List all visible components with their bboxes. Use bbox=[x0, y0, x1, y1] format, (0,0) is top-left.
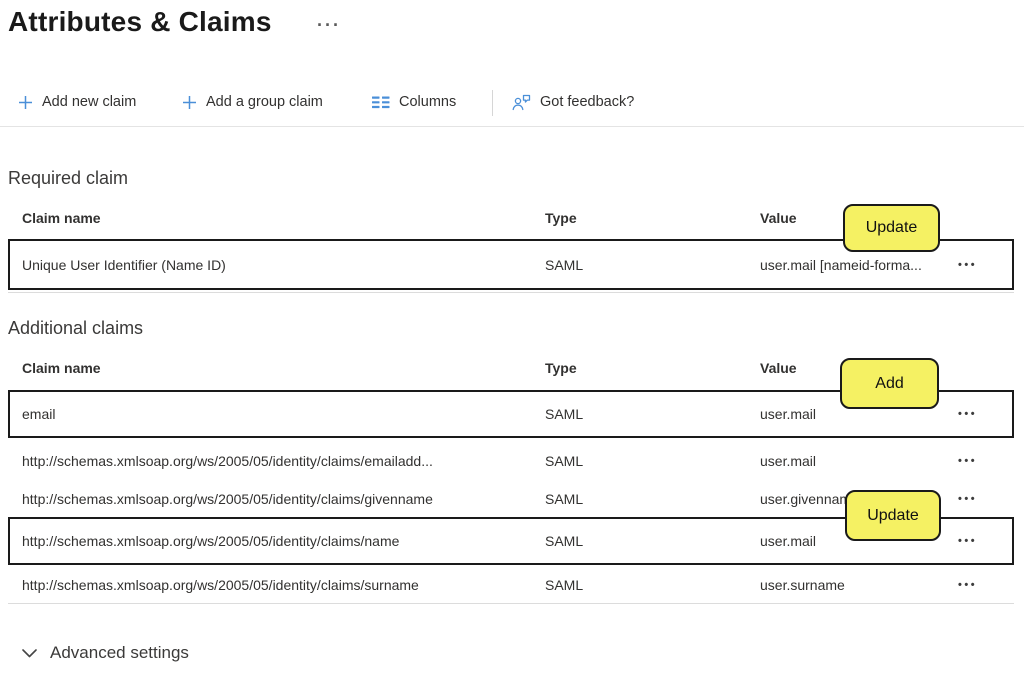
row-divider bbox=[8, 603, 1014, 604]
claim-value-cell: user.mail [nameid-forma... bbox=[760, 257, 922, 273]
row-divider bbox=[8, 292, 1014, 293]
add-group-claim-label: Add a group claim bbox=[206, 94, 323, 110]
claim-name-cell: http://schemas.xmlsoap.org/ws/2005/05/id… bbox=[22, 533, 399, 549]
claim-type-cell: SAML bbox=[545, 257, 583, 273]
annotation-callout-update-2: Update bbox=[845, 490, 941, 541]
claim-type-cell: SAML bbox=[545, 533, 583, 549]
row-menu-button[interactable]: ••• bbox=[958, 259, 977, 271]
claim-value-cell: user.surname bbox=[760, 577, 845, 593]
claim-name-cell: http://schemas.xmlsoap.org/ws/2005/05/id… bbox=[22, 577, 419, 593]
columns-label: Columns bbox=[399, 94, 456, 110]
toolbar-divider bbox=[492, 90, 493, 116]
claim-type-cell: SAML bbox=[545, 406, 583, 422]
columns-button[interactable]: Columns bbox=[372, 88, 456, 116]
row-menu-button[interactable]: ••• bbox=[958, 455, 977, 467]
add-new-claim-label: Add new claim bbox=[42, 94, 136, 110]
claim-name-cell: email bbox=[22, 406, 55, 422]
plus-icon bbox=[182, 95, 197, 110]
claim-type-cell: SAML bbox=[545, 453, 583, 469]
feedback-icon bbox=[512, 94, 531, 111]
column-header-claim-name: Claim name bbox=[22, 210, 101, 226]
claim-type-cell: SAML bbox=[545, 577, 583, 593]
annotation-callout-update-1: Update bbox=[843, 204, 940, 252]
got-feedback-button[interactable]: Got feedback? bbox=[512, 88, 634, 116]
columns-icon bbox=[372, 96, 390, 109]
toolbar-separator bbox=[0, 126, 1024, 127]
additional-claims-heading: Additional claims bbox=[8, 318, 143, 339]
column-header-type: Type bbox=[545, 360, 577, 376]
claim-name-cell: Unique User Identifier (Name ID) bbox=[22, 257, 226, 273]
claim-name-cell: http://schemas.xmlsoap.org/ws/2005/05/id… bbox=[22, 453, 433, 469]
table-row-emailaddress[interactable]: http://schemas.xmlsoap.org/ws/2005/05/id… bbox=[8, 441, 1014, 480]
column-header-value: Value bbox=[760, 360, 797, 376]
claim-value-cell: user.mail bbox=[760, 453, 816, 469]
claim-type-cell: SAML bbox=[545, 491, 583, 507]
page-title: Attributes & Claims bbox=[8, 6, 272, 38]
add-group-claim-button[interactable]: Add a group claim bbox=[182, 88, 323, 116]
got-feedback-label: Got feedback? bbox=[540, 94, 634, 110]
column-header-value: Value bbox=[760, 210, 797, 226]
claim-value-cell: user.mail bbox=[760, 533, 816, 549]
plus-icon bbox=[18, 95, 33, 110]
claim-name-cell: http://schemas.xmlsoap.org/ws/2005/05/id… bbox=[22, 491, 433, 507]
chevron-down-icon bbox=[22, 649, 37, 658]
add-new-claim-button[interactable]: Add new claim bbox=[18, 88, 136, 116]
title-more-options-button[interactable]: ··· bbox=[317, 16, 341, 34]
attributes-claims-page: Attributes & Claims ··· Add new claim Ad… bbox=[0, 0, 1024, 673]
annotation-callout-add: Add bbox=[840, 358, 939, 409]
advanced-settings-toggle[interactable]: Advanced settings bbox=[22, 643, 189, 663]
column-header-type: Type bbox=[545, 210, 577, 226]
row-menu-button[interactable]: ••• bbox=[958, 493, 977, 505]
required-claim-heading: Required claim bbox=[8, 168, 128, 189]
claim-value-cell: user.mail bbox=[760, 406, 816, 422]
advanced-settings-label: Advanced settings bbox=[50, 643, 189, 663]
row-menu-button[interactable]: ••• bbox=[958, 535, 977, 547]
row-menu-button[interactable]: ••• bbox=[958, 579, 977, 591]
column-header-claim-name: Claim name bbox=[22, 360, 101, 376]
table-row-surname[interactable]: http://schemas.xmlsoap.org/ws/2005/05/id… bbox=[8, 567, 1014, 603]
row-menu-button[interactable]: ••• bbox=[958, 408, 977, 420]
